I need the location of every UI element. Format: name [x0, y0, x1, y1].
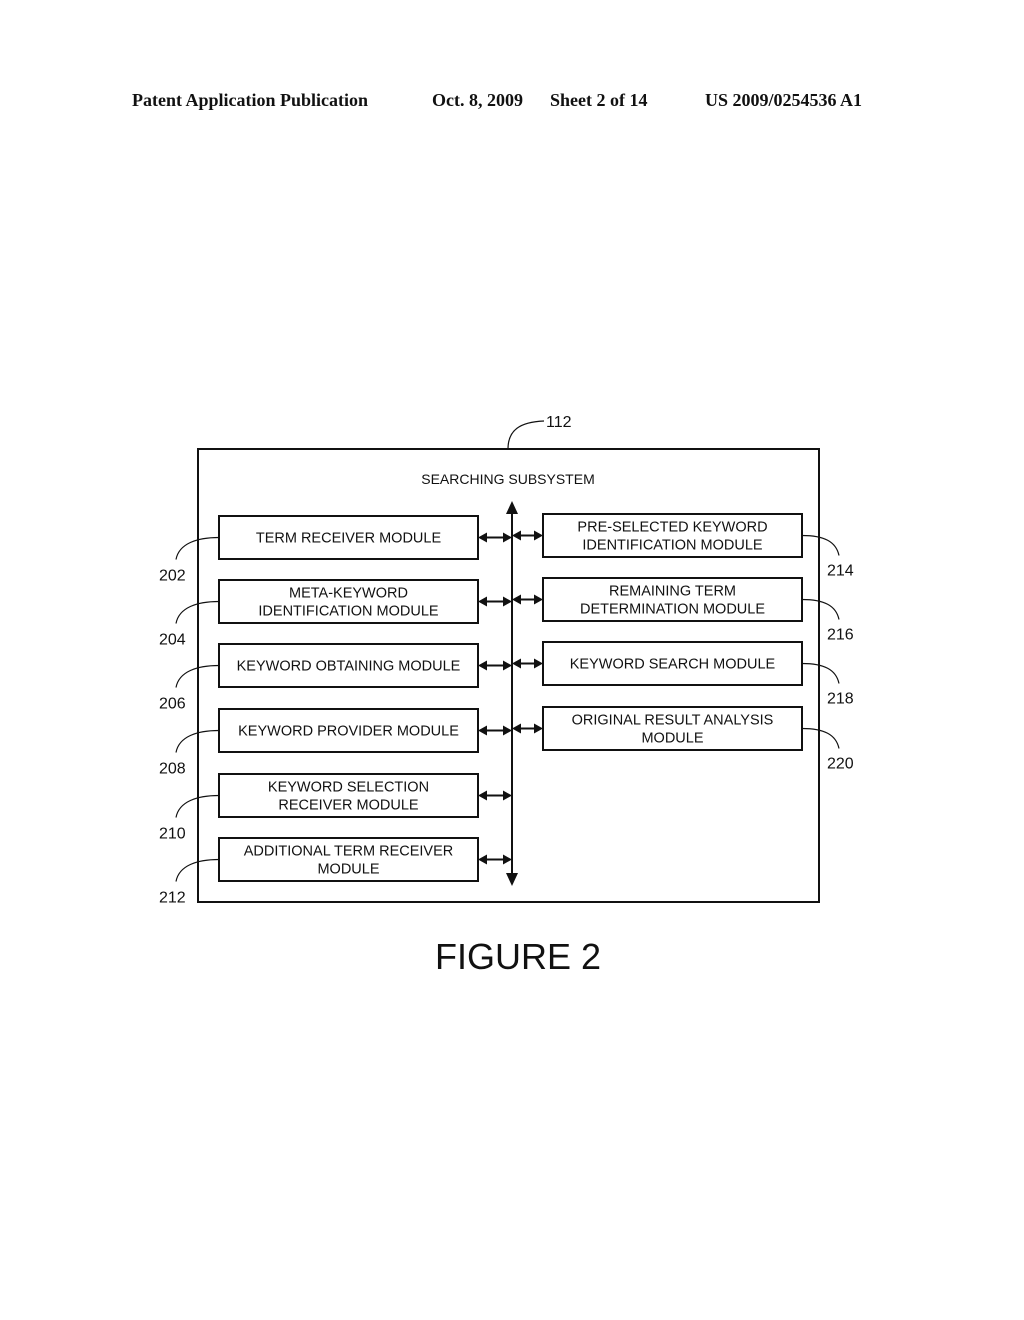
ref-label: 216 — [827, 627, 854, 644]
container-title: SEARCHING SUBSYSTEM — [421, 471, 594, 487]
module-label: IDENTIFICATION MODULE — [582, 538, 763, 554]
ref-label: 210 — [159, 826, 186, 843]
module-label: PRE-SELECTED KEYWORD — [577, 520, 767, 536]
module-label: KEYWORD SELECTION — [268, 780, 429, 796]
figure-caption: FIGURE 2 — [435, 936, 601, 977]
leader-line-112 — [507, 420, 545, 450]
ref-label-112: 112 — [546, 414, 572, 431]
module-label: META-KEYWORD — [289, 586, 408, 602]
module-label: IDENTIFICATION MODULE — [258, 604, 439, 620]
ref-label: 206 — [159, 696, 186, 713]
module-label: MODULE — [641, 731, 703, 747]
module-label: KEYWORD PROVIDER MODULE — [238, 724, 459, 740]
ref-label: 220 — [827, 756, 854, 773]
module-label: DETERMINATION MODULE — [580, 602, 765, 618]
ref-label: 214 — [827, 563, 854, 580]
module-label: ADDITIONAL TERM RECEIVER — [244, 844, 453, 860]
ref-label: 218 — [827, 691, 854, 708]
diagram: 112 SEARCHING SUBSYSTEM TERM RECEIVER MO… — [159, 414, 854, 977]
module-label: KEYWORD SEARCH MODULE — [570, 657, 776, 673]
ref-label: 204 — [159, 632, 186, 649]
ref-label: 202 — [159, 568, 186, 585]
module-label: RECEIVER MODULE — [278, 798, 419, 814]
module-label: TERM RECEIVER MODULE — [256, 531, 442, 547]
ref-label: 208 — [159, 761, 186, 778]
module-label: REMAINING TERM — [609, 584, 736, 600]
module-label: MODULE — [317, 862, 379, 878]
ref-label: 212 — [159, 890, 186, 907]
module-label: KEYWORD OBTAINING MODULE — [237, 659, 461, 675]
module-label: ORIGINAL RESULT ANALYSIS — [572, 713, 774, 729]
